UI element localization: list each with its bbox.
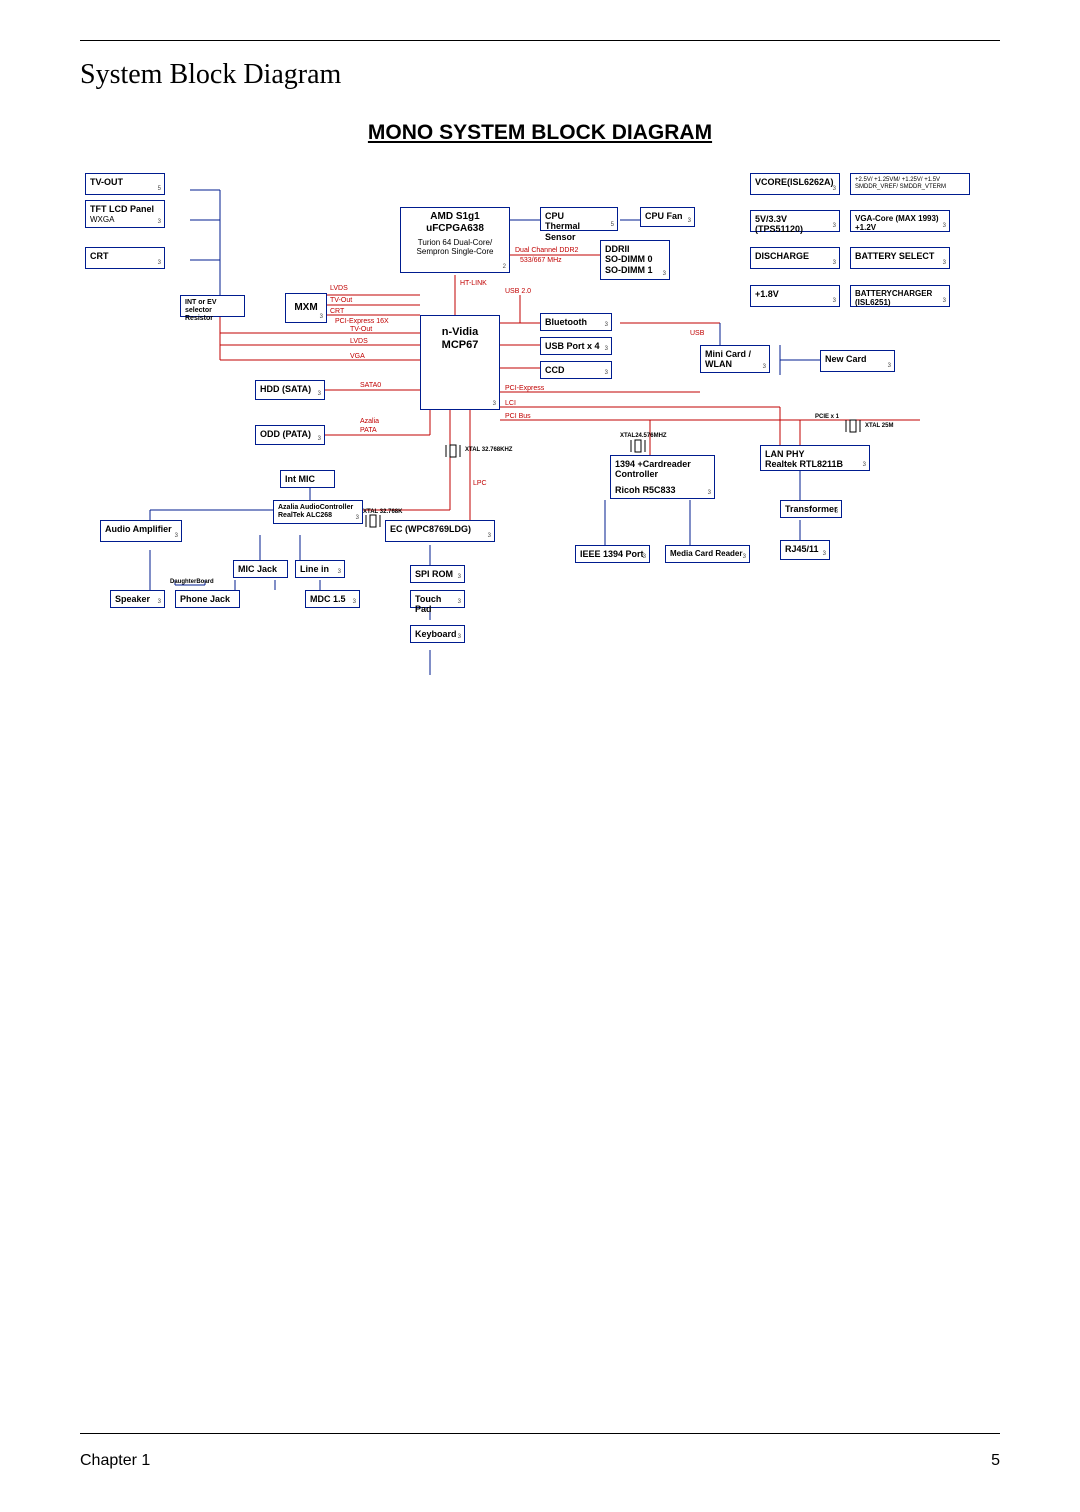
diagram-title: MONO SYSTEM BLOCK DIAGRAM — [80, 121, 1000, 145]
v5v-block: 5V/3.3V (TPS51120)3 — [750, 210, 840, 232]
bluetooth-block: Bluetooth3 — [540, 313, 612, 331]
pciexp-label: PCI-Express — [505, 385, 545, 392]
xtal-ec-icon — [446, 445, 460, 457]
tvout-block: TV-OUT5 — [85, 173, 165, 195]
battchg-block: BATTERYCHARGER (ISL6251)3 — [850, 285, 950, 307]
xtal-ricoh-icon — [631, 440, 645, 452]
page-number: 5 — [991, 1452, 1000, 1470]
footer-rule — [80, 1433, 1000, 1434]
usbport-block: USB Port x 43 — [540, 337, 612, 355]
lvds-label: LVDS — [330, 285, 348, 292]
document-page: System Block Diagram MONO SYSTEM BLOCK D… — [0, 0, 1080, 1512]
linein-block: Line in3 — [295, 560, 345, 578]
cpu-block: AMD S1g1 uFCPGA638 Turion 64 Dual-Core/ … — [400, 207, 510, 273]
section-title: System Block Diagram — [80, 59, 1000, 91]
newcard-block: New Card3 — [820, 350, 895, 372]
mcp-lvds-label: LVDS — [350, 338, 368, 345]
daughter-label: DaughterBoard — [170, 579, 214, 585]
audioamp-block: Audio Amplifier3 — [100, 520, 182, 542]
lpc-label: LPC — [473, 480, 487, 487]
xtal1-label: XTAL 32.768KHZ — [465, 447, 513, 453]
sata-label: SATA0 — [360, 382, 381, 389]
ieee1394-block: IEEE 1394 Port3 — [575, 545, 650, 563]
vcore-block: VCORE(ISL6262A)3 — [750, 173, 840, 195]
xtal4-label: XTAL 25M — [865, 423, 893, 429]
ddr-block: DDRII SO-DIMM 0 SO-DIMM 13 — [600, 240, 670, 280]
ricoh-block: 1394 +Cardreader Controller Ricoh R5C833… — [610, 455, 715, 499]
pcibus-label: PCI Bus — [505, 413, 531, 420]
azalia-block: Azalia AudioController RealTek ALC2683 — [273, 500, 363, 524]
rj45-block: RJ45/113 — [780, 540, 830, 560]
block-diagram: LVDS TV-Out CRT PCI-Express 16X TV-Out L… — [80, 165, 1000, 785]
ccd-block: CCD3 — [540, 361, 612, 379]
speaker-block: Speaker3 — [110, 590, 165, 608]
mediacard-block: Media Card Reader3 — [665, 545, 750, 563]
ec-block: EC (WPC8769LDG)3 — [385, 520, 495, 542]
mcp-vga-label: VGA — [350, 353, 365, 360]
mcp-block: n-Vidia MCP673 — [420, 315, 500, 410]
transformer-block: Transformer3 — [780, 500, 842, 518]
top-rule — [80, 40, 1000, 41]
phonejack-block: Phone Jack — [175, 590, 240, 608]
mxm-block: MXM3 — [285, 293, 327, 323]
battsel-block: BATTERY SELECT3 — [850, 247, 950, 269]
micjack-block: MIC Jack — [233, 560, 288, 578]
thermal-block: CPU Thermal Sensor5 — [540, 207, 618, 231]
xtal2-label: XTAL 32.768K — [363, 509, 403, 515]
odd-block: ODD (PATA)3 — [255, 425, 325, 445]
usb20-label: USB 2.0 — [505, 288, 531, 295]
crt-block: CRT3 — [85, 247, 165, 269]
v18-block: +1.8V3 — [750, 285, 840, 307]
cpufan-block: CPU Fan3 — [640, 207, 695, 227]
tft-block: TFT LCD PanelWXGA3 — [85, 200, 165, 228]
htlink-label: HT-LINK — [460, 280, 487, 287]
discharge-block: DISCHARGE3 — [750, 247, 840, 269]
dualddr-label: Dual Channel DDR2 — [515, 247, 579, 254]
touchpad-block: Touch Pad3 — [410, 590, 465, 608]
page-footer: Chapter 1 5 — [80, 1425, 1000, 1470]
rails-block: +2.5V/ +1.25VM/ +1.25V/ +1.5V SMDDR_VREF… — [850, 173, 970, 195]
pata-label: PATA — [360, 427, 377, 434]
vgacore-block: VGA-Core (MAX 1993) +1.2V3 — [850, 210, 950, 232]
hdd-block: HDD (SATA)3 — [255, 380, 325, 400]
tvout-label: TV-Out — [330, 297, 352, 304]
mcp-tvout-label: TV-Out — [350, 326, 372, 333]
xtal-lan-icon — [846, 420, 860, 432]
usb-label: USB — [690, 330, 705, 337]
lanphy-block: LAN PHY Realtek RTL8211B3 — [760, 445, 870, 471]
crt-label: CRT — [330, 308, 345, 315]
pciex16-label: PCI-Express 16X — [335, 318, 389, 325]
pcie-lane-label: PCIE x 1 — [815, 414, 840, 420]
lci-label: LCI — [505, 400, 516, 407]
xtal-ec2-icon — [366, 515, 380, 527]
mdc-block: MDC 1.53 — [305, 590, 360, 608]
azalia-label: Azalia — [360, 418, 379, 425]
ddrfreq-label: 533/667 MHz — [520, 257, 562, 264]
keyboard-block: Keyboard3 — [410, 625, 465, 643]
intmic-block: Int MIC — [280, 470, 335, 488]
spirom-block: SPI ROM3 — [410, 565, 465, 583]
chapter-label: Chapter 1 — [80, 1452, 150, 1470]
minicard-block: Mini Card / WLAN3 — [700, 345, 770, 373]
xtal3-label: XTAL24.576MHZ — [620, 433, 667, 439]
intev-block: INT or EV selector Resistor — [180, 295, 245, 317]
